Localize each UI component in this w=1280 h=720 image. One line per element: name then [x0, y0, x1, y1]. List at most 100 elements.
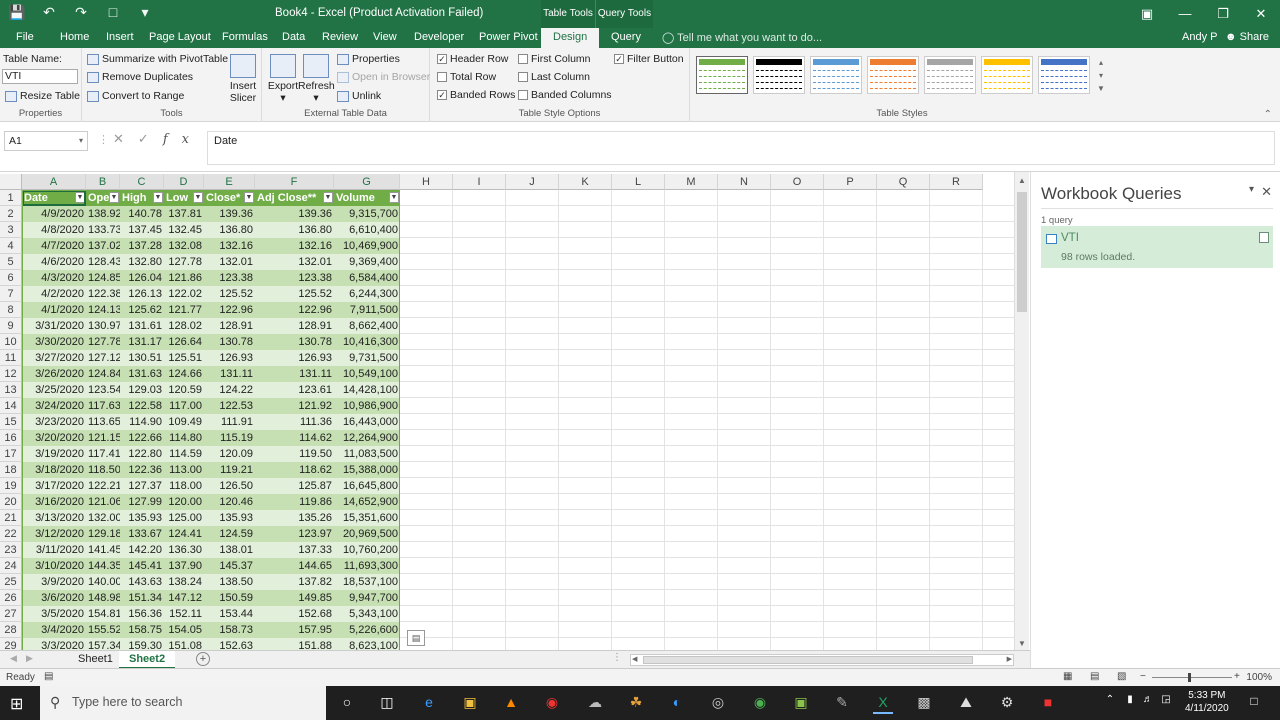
network-icon[interactable]: ◲	[1156, 694, 1176, 714]
app-icon-2[interactable]: ☘	[626, 694, 646, 714]
row-header[interactable]: 1	[0, 190, 22, 206]
column-header[interactable]: E	[204, 174, 255, 190]
row-header[interactable]: 17	[0, 446, 22, 462]
row-header[interactable]: 23	[0, 542, 22, 558]
query-item-vti[interactable]: VTI 98 rows loaded.	[1041, 226, 1273, 268]
table-style-swatch[interactable]	[810, 56, 862, 94]
row-header[interactable]: 15	[0, 414, 22, 430]
refresh-button[interactable]: Refresh ▾	[298, 54, 335, 104]
row-header[interactable]: 10	[0, 334, 22, 350]
column-header[interactable]: R	[930, 174, 983, 190]
pane-close-icon[interactable]: ✕	[1261, 184, 1272, 200]
undo-icon[interactable]: ↶	[40, 4, 58, 21]
row-header[interactable]: 28	[0, 622, 22, 638]
column-header[interactable]: H	[400, 174, 453, 190]
column-header[interactable]: A	[22, 174, 86, 190]
filter-button-checkbox[interactable]: ✓ Filter Button	[614, 53, 684, 65]
row-header[interactable]: 19	[0, 478, 22, 494]
page-break-view-icon[interactable]: ▧	[1117, 671, 1126, 682]
tell-me-search[interactable]: ◯ Tell me what you want to do...	[662, 31, 822, 44]
sheet-nav-next-icon[interactable]: ▶	[26, 653, 33, 664]
external-properties-button[interactable]: Properties	[337, 53, 400, 65]
tab-data[interactable]: Data	[282, 31, 305, 43]
new-sheet-plus-icon[interactable]: +	[196, 652, 210, 666]
tab-split-grip-icon[interactable]: ⋮	[612, 652, 622, 663]
name-box[interactable]: A1 ▾	[4, 131, 88, 151]
tab-view[interactable]: View	[373, 31, 397, 43]
photos-icon[interactable]: ⛰	[956, 694, 976, 714]
scroll-up-arrow-icon[interactable]: ▲	[1018, 176, 1026, 185]
app-icon-5[interactable]: ▩	[914, 694, 934, 714]
edge-new-icon[interactable]: ◐	[667, 694, 687, 714]
save-icon[interactable]: 💾	[8, 4, 26, 21]
touch-mode-icon[interactable]: □	[104, 4, 122, 21]
row-header[interactable]: 9	[0, 318, 22, 334]
refresh-query-icon[interactable]	[1259, 232, 1269, 243]
cancel-icon[interactable]: ✕	[113, 131, 138, 146]
scroll-down-icon[interactable]: ▾	[1096, 69, 1106, 82]
column-header[interactable]: I	[453, 174, 506, 190]
column-header[interactable]: G	[334, 174, 400, 190]
table-style-swatch[interactable]	[981, 56, 1033, 94]
tab-design[interactable]: Design	[541, 28, 600, 48]
row-header[interactable]: 29	[0, 638, 22, 650]
row-header[interactable]: 24	[0, 558, 22, 574]
table-style-swatch[interactable]	[867, 56, 919, 94]
row-header[interactable]: 13	[0, 382, 22, 398]
horizontal-scrollbar[interactable]: ◀ ▶	[630, 654, 1014, 666]
row-header[interactable]: 27	[0, 606, 22, 622]
row-header[interactable]: 16	[0, 430, 22, 446]
zoom-slider-thumb[interactable]	[1188, 673, 1191, 682]
row-header[interactable]: 7	[0, 286, 22, 302]
gallery-scroll[interactable]: ▴ ▾ ▼	[1096, 56, 1106, 96]
settings-gear-icon[interactable]: ⚙	[997, 694, 1017, 714]
last-column-checkbox[interactable]: Last Column	[518, 71, 590, 83]
horizontal-scroll-thumb[interactable]	[643, 656, 973, 664]
taskbar-clock[interactable]: 5:33 PM 4/11/2020	[1185, 689, 1229, 715]
tab-file[interactable]: File	[16, 31, 34, 43]
battery-icon[interactable]: ▮	[1120, 694, 1140, 714]
zoom-in-icon[interactable]: +	[1234, 671, 1240, 682]
summarize-pivot-button[interactable]: Summarize with PivotTable	[87, 53, 228, 65]
excel-icon[interactable]: X	[873, 694, 893, 714]
restore-icon[interactable]: ❐	[1204, 0, 1242, 28]
banded-columns-checkbox[interactable]: Banded Columns	[518, 89, 612, 101]
pane-options-icon[interactable]: ▾	[1249, 184, 1254, 195]
normal-view-icon[interactable]: ▦	[1063, 671, 1072, 682]
sheet-tab-sheet1[interactable]: Sheet1	[68, 651, 123, 669]
ribbon-display-options-icon[interactable]: ▣	[1128, 0, 1166, 28]
column-header[interactable]: F	[255, 174, 334, 190]
row-header[interactable]: 12	[0, 366, 22, 382]
row-header[interactable]: 22	[0, 526, 22, 542]
column-header[interactable]: B	[86, 174, 120, 190]
first-column-checkbox[interactable]: First Column	[518, 53, 591, 65]
taskbar-search-box[interactable]: ⚲ Type here to search	[40, 686, 326, 720]
table-style-swatch[interactable]	[1038, 56, 1090, 94]
enter-icon[interactable]: ✓	[138, 131, 163, 146]
column-header[interactable]: N	[718, 174, 771, 190]
app-icon-4[interactable]: ✎	[832, 694, 852, 714]
customize-qat-icon[interactable]: ▾	[136, 4, 154, 21]
scroll-up-icon[interactable]: ▴	[1096, 56, 1106, 69]
tab-home[interactable]: Home	[60, 31, 89, 43]
total-row-checkbox[interactable]: Total Row	[437, 71, 496, 83]
row-header[interactable]: 25	[0, 574, 22, 590]
obs-icon[interactable]: ◎	[708, 694, 728, 714]
row-header[interactable]: 6	[0, 270, 22, 286]
unlink-button[interactable]: Unlink	[337, 90, 381, 102]
name-box-dropdown-icon[interactable]: ▾	[79, 132, 83, 150]
formula-input[interactable]: Date	[207, 131, 1275, 165]
vertical-scrollbar[interactable]: ▲ ▼	[1014, 172, 1029, 650]
tab-insert[interactable]: Insert	[106, 31, 134, 43]
row-header[interactable]: 11	[0, 350, 22, 366]
tab-query[interactable]: Query	[611, 31, 641, 43]
row-header[interactable]: 14	[0, 398, 22, 414]
column-header[interactable]: D	[164, 174, 204, 190]
sheet-nav-prev-icon[interactable]: ◀	[10, 653, 17, 664]
scroll-down-arrow-icon[interactable]: ▼	[1018, 639, 1026, 648]
recorder-icon[interactable]: ◉	[542, 694, 562, 714]
select-all-button[interactable]	[0, 174, 22, 190]
tab-review[interactable]: Review	[322, 31, 358, 43]
chrome-icon[interactable]: ◉	[750, 694, 770, 714]
tab-page-layout[interactable]: Page Layout	[149, 31, 211, 43]
